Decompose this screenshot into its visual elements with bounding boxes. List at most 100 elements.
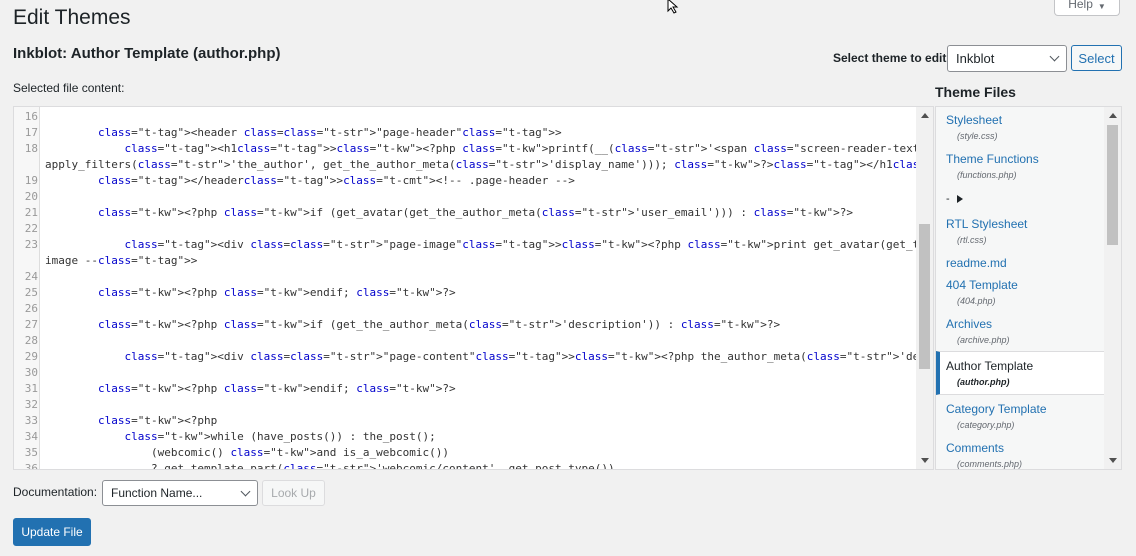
files-scroll-thumb[interactable]: [1107, 125, 1118, 245]
line-number: 33: [24, 414, 38, 427]
code-text: class="t-kw"><?php class="t-kw">if (get_…: [97, 318, 781, 331]
code-text: class="t-kw"><?php class="t-kw">if (get_…: [97, 206, 854, 219]
folder-toggle-label: -: [946, 193, 950, 205]
file-item[interactable]: Stylesheet (style.css): [936, 113, 1106, 149]
code-line[interactable]: 24: [14, 269, 914, 285]
chevron-down-icon: [240, 486, 251, 496]
line-number: 34: [24, 430, 38, 443]
mouse-cursor-icon: [667, 0, 679, 14]
line-number: 35: [24, 446, 38, 459]
file-heading: Inkblot: Author Template (author.php): [13, 45, 281, 62]
line-number: 24: [24, 270, 38, 283]
file-item-filename: (author.php): [957, 377, 1010, 387]
file-item-name[interactable]: 404 Template: [946, 278, 1018, 292]
documentation-label: Documentation:: [13, 485, 98, 499]
file-item-name[interactable]: RTL Stylesheet: [946, 217, 1027, 231]
line-number: 30: [24, 366, 38, 379]
file-item[interactable]: readme.md: [936, 256, 1106, 276]
editor-scrollbar[interactable]: [916, 107, 933, 469]
line-number: 28: [24, 334, 38, 347]
code-line[interactable]: 19 class="t-tag"></headerclass="t-tag">>…: [14, 173, 914, 189]
file-item-filename: (404.php): [957, 296, 996, 306]
code-line[interactable]: 18 class="t-tag"><h1class="t-tag">>class…: [14, 141, 933, 157]
select-theme-label: Select theme to edit:: [833, 51, 951, 65]
scroll-up-icon[interactable]: [921, 113, 929, 118]
files-scrollbar[interactable]: [1104, 107, 1121, 469]
line-number: 27: [24, 318, 38, 331]
line-number: 36: [24, 462, 38, 470]
file-item[interactable]: 404 Template (404.php): [936, 278, 1106, 314]
file-item-filename: (category.php): [957, 420, 1015, 430]
code-line[interactable]: 35 (webcomic() class="t-kw">and is_a_web…: [14, 445, 914, 461]
line-number: 20: [24, 190, 38, 203]
file-item[interactable]: Theme Functions (functions.php): [936, 152, 1106, 188]
code-line[interactable]: 31 class="t-kw"><?php class="t-kw">endif…: [14, 381, 914, 397]
line-number: 25: [24, 286, 38, 299]
code-line[interactable]: 30: [14, 365, 914, 381]
code-line[interactable]: 21 class="t-kw"><?php class="t-kw">if (g…: [14, 205, 914, 221]
code-text: class="t-tag"><h1class="t-tag">>class="t…: [124, 142, 934, 155]
file-item[interactable]: Comments (comments.php): [936, 441, 1106, 469]
code-line[interactable]: 26: [14, 301, 914, 317]
file-item[interactable]: Author Template (author.php): [936, 351, 1106, 395]
file-item-name[interactable]: readme.md: [946, 256, 1007, 270]
code-text: class="t-kw"><?php class="t-kw">endif; c…: [97, 286, 456, 299]
file-item-filename: (comments.php): [957, 459, 1023, 469]
code-text: class="t-tag"><div class=class="t-str">"…: [124, 350, 933, 363]
code-line[interactable]: 33 class="t-kw"><?php: [14, 413, 914, 429]
code-line[interactable]: 29 class="t-tag"><div class=class="t-str…: [14, 349, 933, 365]
documentation-select-value: Function Name...: [111, 486, 203, 500]
file-item[interactable]: Archives (archive.php): [936, 317, 1106, 353]
code-text: class="t-tag"></headerclass="t-tag">>cla…: [97, 174, 575, 187]
file-item-name[interactable]: Author Template: [946, 359, 1033, 373]
code-text: class="t-kw"><?php class="t-kw">endif; c…: [97, 382, 456, 395]
documentation-select[interactable]: Function Name...: [102, 480, 258, 506]
select-theme-button[interactable]: Select: [1071, 45, 1122, 71]
code-line[interactable]: 25 class="t-kw"><?php class="t-kw">endif…: [14, 285, 914, 301]
code-text: (webcomic() class="t-kw">and is_a_webcom…: [45, 446, 449, 459]
file-item-name[interactable]: Comments: [946, 441, 1004, 455]
code-line[interactable]: 32: [14, 397, 914, 413]
folder-toggle[interactable]: -: [946, 193, 963, 205]
help-tab[interactable]: Help ▼: [1054, 0, 1120, 16]
code-text: class="t-tag"><div class=class="t-str">"…: [124, 238, 933, 251]
editor-scroll-thumb[interactable]: [919, 224, 930, 369]
scroll-down-icon[interactable]: [1109, 458, 1117, 463]
line-number: 23: [24, 238, 38, 251]
code-text: ? get_template_part(class="t-str">'webco…: [45, 462, 615, 470]
code-line[interactable]: 20: [14, 189, 914, 205]
code-line[interactable]: 23 class="t-tag"><div class=class="t-str…: [14, 237, 933, 253]
code-line[interactable]: 27 class="t-kw"><?php class="t-kw">if (g…: [14, 317, 914, 333]
code-line[interactable]: 28: [14, 333, 914, 349]
code-line[interactable]: 34 class="t-kw">while (have_posts()) : t…: [14, 429, 914, 445]
code-text: apply_filters(class="t-str">'the_author'…: [45, 158, 933, 171]
code-line[interactable]: 16: [14, 109, 914, 125]
theme-select[interactable]: Inkblot: [947, 45, 1067, 72]
file-item-name[interactable]: Stylesheet: [946, 113, 1002, 127]
scroll-down-icon[interactable]: [921, 458, 929, 463]
line-number: 32: [24, 398, 38, 411]
code-line[interactable]: 22: [14, 221, 914, 237]
file-item-name[interactable]: Archives: [946, 317, 992, 331]
lookup-button[interactable]: Look Up: [262, 480, 325, 506]
code-text: class="t-kw">while (have_posts()) : the_…: [124, 430, 436, 443]
page-title: Edit Themes: [13, 6, 131, 29]
code-line[interactable]: 36 ? get_template_part(class="t-str">'we…: [14, 461, 914, 470]
caret-down-icon: ▼: [1097, 2, 1106, 11]
file-item[interactable]: RTL Stylesheet (rtl.css): [936, 217, 1106, 253]
line-number: 19: [24, 174, 38, 187]
theme-file-list: Stylesheet (style.css) Theme Functions (fun…: [935, 106, 1122, 470]
theme-select-value: Inkblot: [956, 51, 995, 66]
file-item[interactable]: Category Template (category.php): [936, 402, 1106, 438]
code-line[interactable]: 17 class="t-tag"><header class=class="t-…: [14, 125, 914, 141]
update-file-button[interactable]: Update File: [13, 518, 91, 546]
code-editor[interactable]: 16 17 class="t-tag"><header class=class="…: [13, 106, 934, 470]
file-item-name[interactable]: Theme Functions: [946, 152, 1039, 166]
selected-content-label: Selected file content:: [13, 81, 125, 95]
help-label: Help: [1068, 0, 1093, 11]
code-text: class="t-kw"><?php: [97, 414, 218, 427]
scroll-up-icon[interactable]: [1109, 113, 1117, 118]
file-item-name[interactable]: Category Template: [946, 402, 1047, 416]
code-text: image --class="t-tag">>: [45, 254, 198, 267]
line-number: 31: [24, 382, 38, 395]
